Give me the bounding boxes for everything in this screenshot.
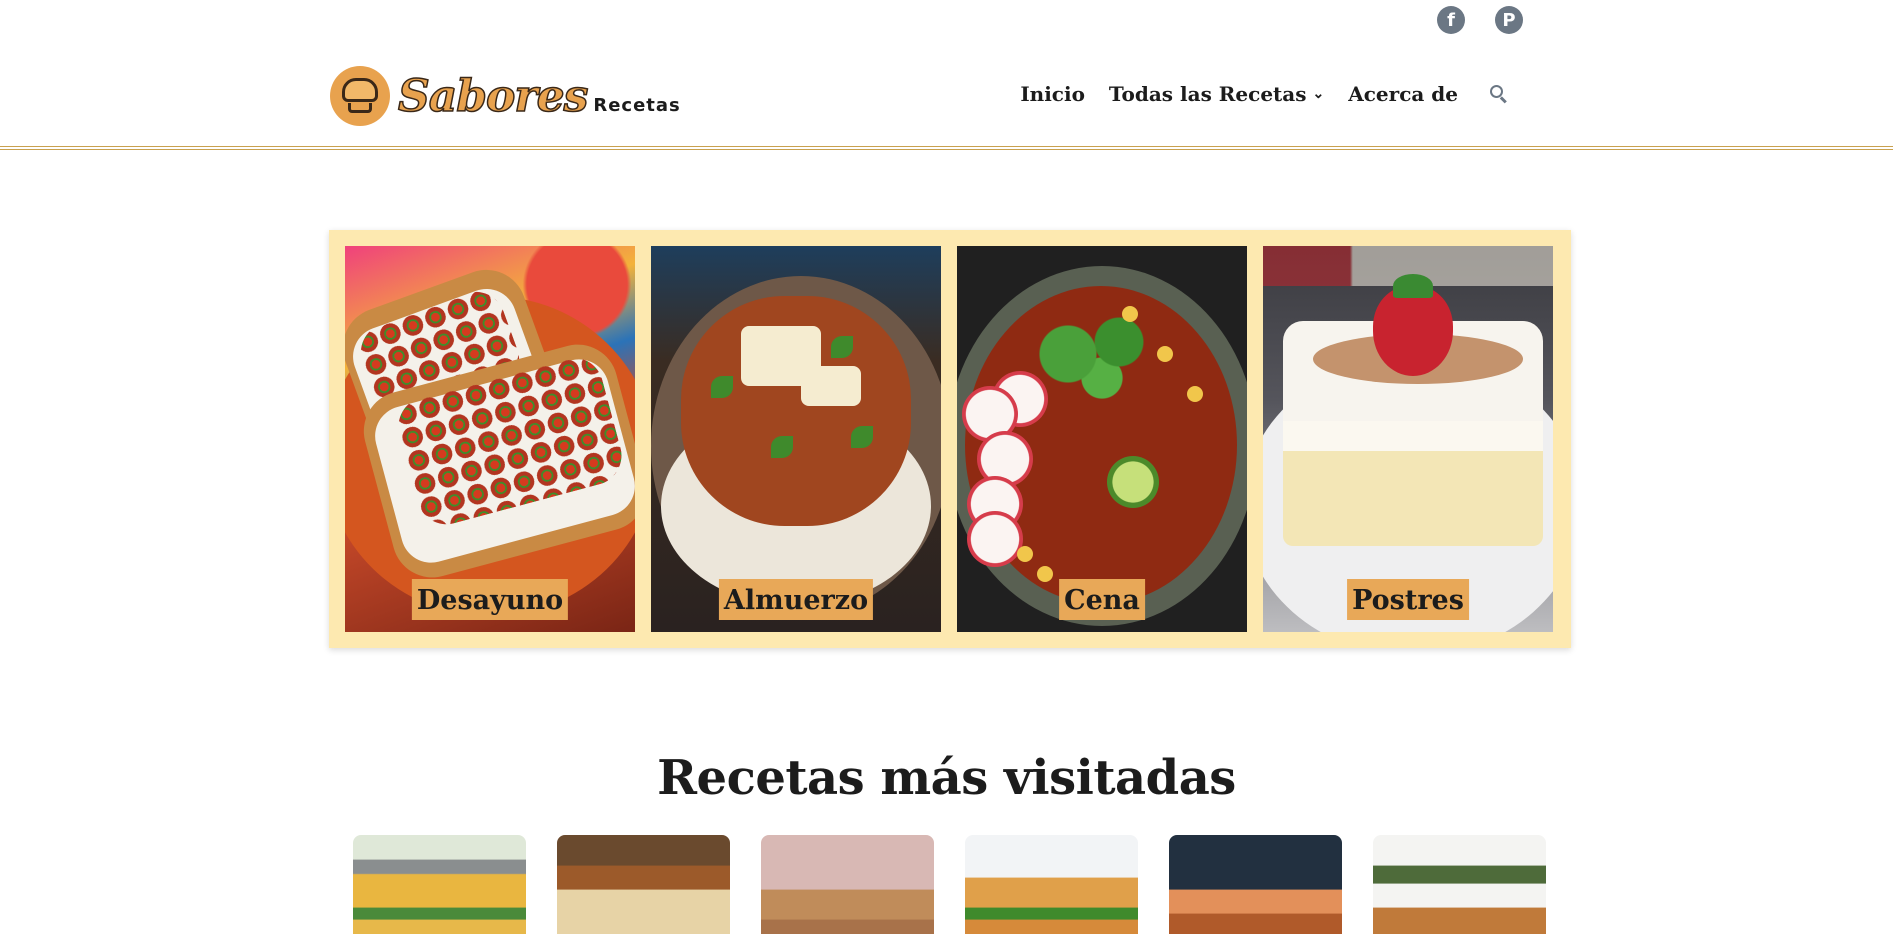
chef-hat-logo-icon: [330, 66, 390, 126]
header-divider: [0, 146, 1893, 150]
recipe-thumbnail[interactable]: [557, 835, 730, 934]
category-panel: Desayuno Almuerzo Cena Postres: [329, 230, 1571, 648]
nav-home[interactable]: Inicio: [1020, 82, 1085, 106]
nav-all-recipes[interactable]: Todas las Recetas ⌄: [1109, 82, 1324, 106]
recipe-thumbnail[interactable]: [965, 835, 1138, 934]
category-label: Postres: [1347, 579, 1469, 620]
recipe-thumbnail[interactable]: [1169, 835, 1342, 934]
logo-script: Sabores: [397, 70, 589, 123]
category-image-desayuno: [345, 246, 635, 632]
category-card-almuerzo[interactable]: Almuerzo: [651, 246, 941, 632]
recipe-thumbnail[interactable]: [1373, 835, 1546, 934]
social-links: f P: [1437, 6, 1523, 34]
nav-all-recipes-label: Todas las Recetas: [1108, 82, 1307, 106]
nav-about[interactable]: Acerca de: [1348, 82, 1458, 106]
site-logo[interactable]: Sabores Recetas: [330, 66, 681, 126]
category-label: Cena: [1059, 579, 1145, 620]
search-icon[interactable]: [1490, 85, 1508, 104]
section-title-most-visited: Recetas más visitadas: [657, 750, 1236, 806]
recipe-thumbnails: [353, 835, 1546, 934]
category-card-cena[interactable]: Cena: [957, 246, 1247, 632]
category-card-postres[interactable]: Postres: [1263, 246, 1553, 632]
recipe-thumbnail[interactable]: [761, 835, 934, 934]
category-image-postres: [1263, 246, 1553, 632]
site-header: Sabores Recetas Inicio Todas las Recetas…: [0, 60, 1893, 148]
chevron-down-icon: ⌄: [1312, 86, 1325, 102]
logo-text: Sabores Recetas: [397, 70, 681, 123]
category-image-almuerzo: [651, 246, 941, 632]
logo-sub: Recetas: [593, 94, 681, 116]
main-nav: Inicio Todas las Recetas ⌄ Acerca de: [1020, 82, 1508, 106]
facebook-icon[interactable]: f: [1437, 6, 1465, 34]
category-label: Desayuno: [411, 579, 569, 620]
category-image-cena: [957, 246, 1247, 632]
category-card-desayuno[interactable]: Desayuno: [345, 246, 635, 632]
pinterest-icon[interactable]: P: [1495, 6, 1523, 34]
category-label: Almuerzo: [718, 579, 874, 620]
recipe-thumbnail[interactable]: [353, 835, 526, 934]
